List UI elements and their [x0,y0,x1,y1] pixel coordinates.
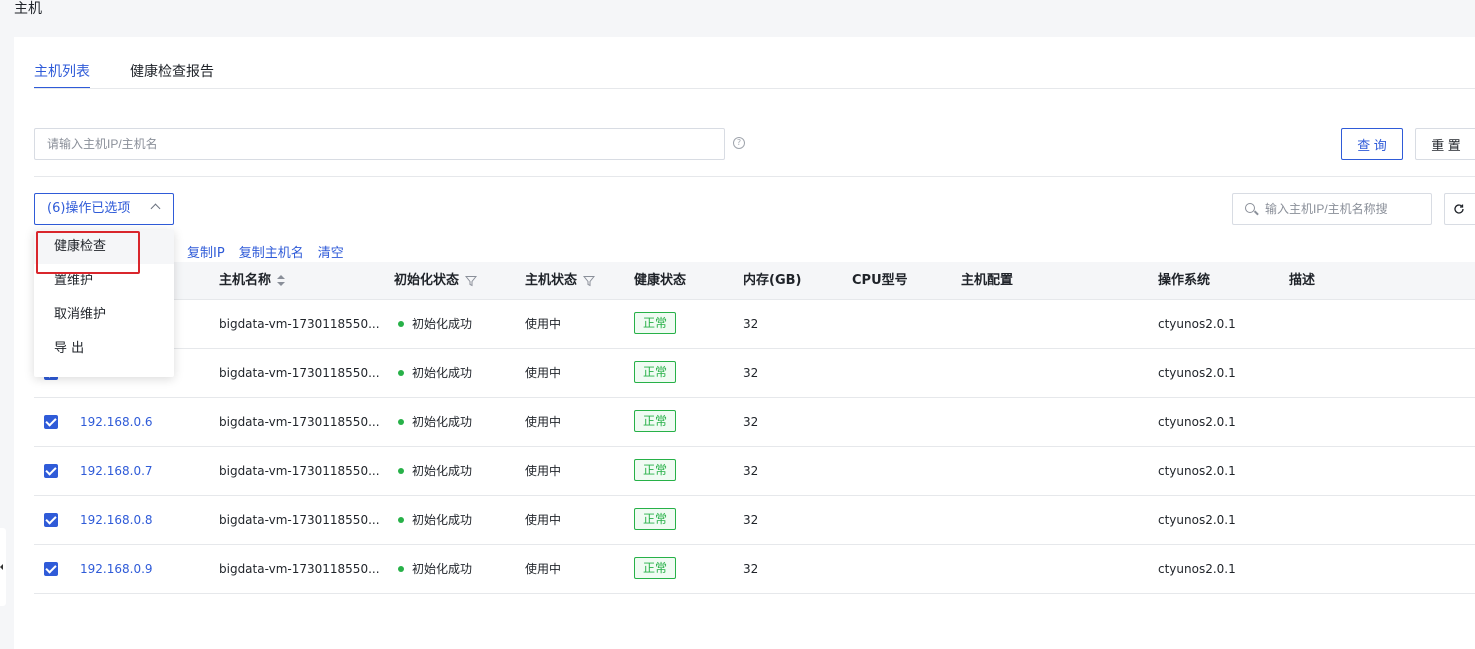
health-status-badge: 正常 [634,312,677,334]
row-checkbox[interactable] [44,562,58,576]
row-checkbox[interactable] [44,464,58,478]
tab-host-list[interactable]: 主机列表 [34,61,90,89]
tab-health-report[interactable]: 健康检查报告 [130,61,214,89]
memory-value: 32 [743,562,759,576]
host-name: bigdata-vm-1730118550... [219,317,380,331]
main-card: 主机列表 健康检查报告 ? 查 询 重 置 (6)操作已选项 复制IP 复制主机… [14,37,1475,649]
table-row: 192.168.0.7 bigdata-vm-1730118550... 初始化成功… [34,447,1475,496]
health-status-badge: 正常 [634,508,677,530]
col-init-status: 初始化状态 [394,262,478,300]
status-dot-icon [398,369,404,376]
status-dot-icon [398,467,404,474]
table-search-box[interactable] [1232,193,1432,225]
copy-ip-link[interactable]: 复制IP [187,242,225,261]
filter-icon[interactable] [583,275,596,287]
init-status: 初始化成功 [398,447,472,495]
status-dot-icon [398,516,404,523]
batch-operation-label: (6)操作已选项 [47,201,131,216]
host-name: bigdata-vm-1730118550... [219,513,380,527]
tab-bar: 主机列表 健康检查报告 [34,61,254,89]
copy-hostname-link[interactable]: 复制主机名 [239,242,304,261]
tabs-divider [34,88,1475,89]
host-status: 使用中 [525,366,562,380]
status-dot-icon [398,418,404,425]
search-divider [34,176,1475,177]
host-name: bigdata-vm-1730118550... [219,464,380,478]
init-status: 初始化成功 [398,349,472,397]
memory-value: 32 [743,317,759,331]
memory-value: 32 [743,366,759,380]
host-ip-link[interactable]: 192.168.0.8 [80,496,153,544]
host-status: 使用中 [525,317,562,331]
col-cpu-model: CPU型号 [852,273,908,288]
os-value: ctyunos2.0.1 [1158,562,1236,576]
table-row: 192.168.0.9 bigdata-vm-1730118550... 初始化成功… [34,545,1475,594]
status-dot-icon [398,565,404,572]
reset-button[interactable]: 重 置 [1415,128,1475,160]
memory-value: 32 [743,415,759,429]
host-search-input[interactable] [34,128,725,160]
status-dot-icon [398,320,404,327]
table-row: 192.168.0.6 bigdata-vm-1730118550... 初始化成功… [34,398,1475,447]
col-health-status: 健康状态 [634,273,687,288]
query-button[interactable]: 查 询 [1341,128,1403,160]
collapse-handle[interactable] [0,528,6,606]
refresh-button[interactable] [1444,193,1475,225]
host-ip-link[interactable]: 192.168.0.9 [80,545,153,593]
table-search-input[interactable] [1265,194,1425,224]
menu-item-export[interactable]: 导 出 [34,332,174,366]
col-os: 操作系统 [1158,273,1211,288]
menu-item-cancel-maintenance[interactable]: 取消维护 [34,298,174,332]
table-row: 192.168.0.8 bigdata-vm-1730118550... 初始化成功… [34,496,1475,545]
col-host-config: 主机配置 [961,273,1014,288]
selection-actions: 复制IP 复制主机名 清空 [187,242,358,261]
refresh-icon [1454,203,1464,214]
init-status: 初始化成功 [398,398,472,446]
health-status-badge: 正常 [634,459,677,481]
col-host-name[interactable]: 主机名称 [219,262,286,300]
filter-icon[interactable] [465,275,478,287]
memory-value: 32 [743,513,759,527]
os-value: ctyunos2.0.1 [1158,317,1236,331]
clear-selection-link[interactable]: 清空 [318,242,344,261]
host-name: bigdata-vm-1730118550... [219,562,380,576]
health-status-badge: 正常 [634,557,677,579]
help-icon[interactable]: ? [733,137,745,149]
chevron-up-icon [150,203,161,214]
menu-item-set-maintenance[interactable]: 置维护 [34,264,174,298]
host-status: 使用中 [525,562,562,576]
health-status-badge: 正常 [634,410,677,432]
host-name: bigdata-vm-1730118550... [219,366,380,380]
os-value: ctyunos2.0.1 [1158,415,1236,429]
host-ip-link[interactable]: 192.168.0.6 [80,398,153,446]
col-memory: 内存(GB) [743,273,802,288]
batch-operation-menu: 健康检查 置维护 取消维护 导 出 [34,230,174,377]
init-status: 初始化成功 [398,496,472,544]
sort-icon[interactable] [277,274,286,287]
host-status: 使用中 [525,464,562,478]
search-icon [1245,203,1255,213]
table-row: bigdata-vm-1730118550... 初始化成功 使用中 正常 32 ctyu… [34,349,1475,398]
col-description: 描述 [1289,273,1316,288]
health-status-badge: 正常 [634,361,677,383]
host-status: 使用中 [525,415,562,429]
row-checkbox[interactable] [44,415,58,429]
col-host-status: 主机状态 [525,262,596,300]
batch-operation-select[interactable]: (6)操作已选项 [34,193,174,225]
memory-value: 32 [743,464,759,478]
host-status: 使用中 [525,513,562,527]
page-title: 主机 [14,1,42,17]
init-status: 初始化成功 [398,300,472,348]
os-value: ctyunos2.0.1 [1158,464,1236,478]
os-value: ctyunos2.0.1 [1158,366,1236,380]
init-status: 初始化成功 [398,545,472,593]
os-value: ctyunos2.0.1 [1158,513,1236,527]
menu-item-health-check[interactable]: 健康检查 [34,230,174,264]
table-row: bigdata-vm-1730118550... 初始化成功 使用中 正常 32 ctyu… [34,300,1475,349]
row-checkbox[interactable] [44,513,58,527]
table-header: 主机名称 初始化状态 主机状态 健康状态 内存(GB) CPU型号 主机配置 操… [34,262,1475,300]
host-name: bigdata-vm-1730118550... [219,415,380,429]
host-ip-link[interactable]: 192.168.0.7 [80,447,153,495]
